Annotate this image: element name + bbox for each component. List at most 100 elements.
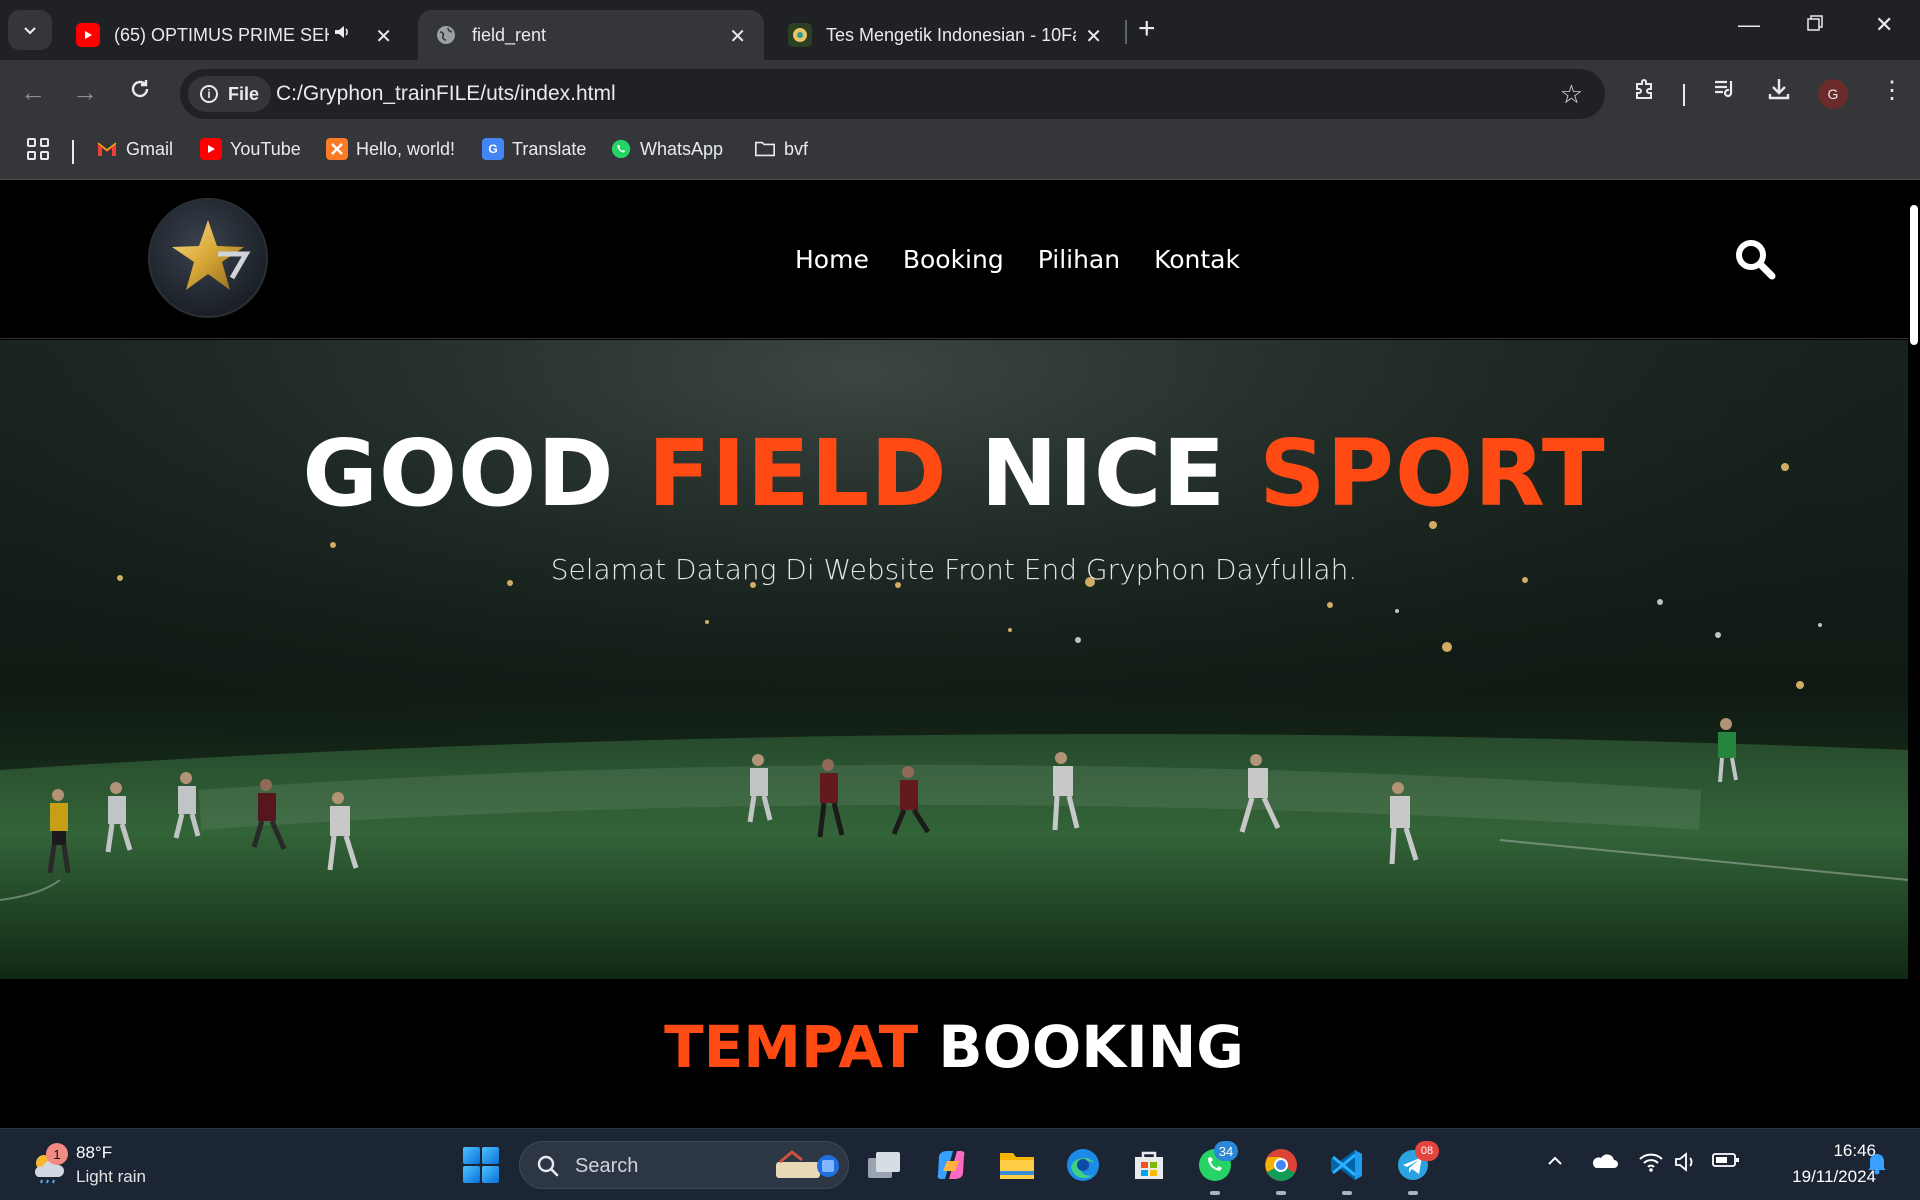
close-tab-icon[interactable]: ✕: [729, 24, 746, 49]
hero-subtitle: Selamat Datang Di Website Front End Gryp…: [550, 553, 1358, 586]
info-icon: i: [200, 85, 218, 103]
taskbar-search-label: Search: [575, 1155, 639, 1177]
tab-field-rent[interactable]: field_rent ✕: [418, 10, 764, 60]
bookmark-hello-world[interactable]: Hello, world!: [326, 138, 455, 160]
star-logo-icon: [172, 220, 251, 290]
weather-alert-badge: 1: [46, 1143, 68, 1165]
taskbar-search-box[interactable]: Search: [519, 1141, 849, 1189]
bookmark-gmail[interactable]: Gmail: [96, 138, 173, 160]
windows-taskbar: 1 88°F Light rain Search 34 08 16:46 19/…: [0, 1128, 1920, 1200]
search-icon[interactable]: [1733, 237, 1777, 281]
whatsapp-badge: 34: [1214, 1141, 1238, 1161]
minimize-icon[interactable]: —: [1738, 12, 1760, 38]
hero-title-word: FIELD: [647, 420, 948, 527]
hero-banner: GOOD FIELD NICE SPORT Selamat Datang Di …: [0, 340, 1908, 979]
typing-test-icon: [788, 23, 812, 47]
search-highlight-icon: [776, 1150, 839, 1178]
gmail-icon: [96, 138, 118, 160]
scrollbar-thumb[interactable]: [1910, 205, 1918, 345]
page-viewport: Home Booking Pilihan Kontak GOOD FIELD N…: [0, 181, 1920, 1128]
nav-pilihan[interactable]: Pilihan: [1038, 245, 1120, 274]
edge-icon[interactable]: [1063, 1145, 1103, 1185]
restore-icon[interactable]: [1806, 12, 1824, 38]
xampp-icon: [326, 138, 348, 160]
section-title-accent: TEMPAT: [664, 1013, 919, 1081]
tab-youtube[interactable]: (65) OPTIMUS PRIME SEHAI ✕: [60, 10, 410, 60]
site-info-chip[interactable]: i File: [188, 76, 272, 112]
weather-temperature[interactable]: 88°F: [76, 1143, 112, 1163]
bookmark-star-icon[interactable]: ☆: [1560, 79, 1583, 110]
globe-icon: [434, 23, 458, 47]
youtube-icon: [76, 23, 100, 47]
windows-start-icon[interactable]: [463, 1147, 499, 1183]
wifi-icon[interactable]: [1638, 1151, 1664, 1179]
bookmarks-separator: [72, 140, 74, 164]
speaker-icon[interactable]: [332, 22, 352, 47]
media-control-icon[interactable]: [1712, 76, 1738, 109]
bookmark-folder-bvf[interactable]: bvf: [754, 138, 808, 160]
volume-icon[interactable]: [1674, 1151, 1698, 1179]
tab-typing-test[interactable]: Tes Mengetik Indonesian - 10Fa ✕: [772, 10, 1120, 60]
folder-icon: [754, 138, 776, 160]
more-menu-icon[interactable]: ⋮: [1880, 76, 1904, 105]
back-arrow-icon[interactable]: ←: [20, 77, 46, 108]
chevron-up-icon[interactable]: [1545, 1151, 1565, 1177]
close-tab-icon[interactable]: ✕: [375, 24, 392, 49]
nav-booking[interactable]: Booking: [903, 245, 1004, 274]
youtube-icon: [200, 138, 222, 160]
copilot-icon[interactable]: [931, 1145, 971, 1185]
site-logo[interactable]: [148, 198, 268, 318]
whatsapp-icon: [610, 138, 632, 160]
close-window-icon[interactable]: ✕: [1875, 12, 1893, 38]
clock-date: 19/11/2024: [1792, 1167, 1876, 1186]
weather-description[interactable]: Light rain: [76, 1167, 146, 1187]
site-header: Home Booking Pilihan Kontak: [0, 181, 1908, 339]
new-tab-button[interactable]: +: [1138, 12, 1156, 46]
nav-kontak[interactable]: Kontak: [1154, 245, 1240, 274]
tab-title: field_rent: [472, 24, 547, 45]
forward-arrow-icon[interactable]: →: [72, 77, 98, 108]
tab-strip: (65) OPTIMUS PRIME SEHAI ✕ field_rent ✕ …: [0, 0, 1920, 60]
close-tab-icon[interactable]: ✕: [1085, 24, 1102, 49]
notification-bell-icon[interactable]: [1866, 1151, 1888, 1181]
bookmark-label: YouTube: [230, 138, 301, 159]
section-title: TEMPAT BOOKING: [0, 1013, 1908, 1081]
apps-grid-icon[interactable]: [27, 138, 49, 160]
url-text[interactable]: C:/Gryphon_trainFILE/uts/index.html: [276, 82, 616, 106]
bookmark-label: Translate: [512, 138, 587, 159]
hero-title-word: GOOD: [302, 420, 615, 527]
section-title-main: BOOKING: [938, 1013, 1244, 1081]
profile-avatar[interactable]: G: [1818, 79, 1848, 109]
extensions-icon[interactable]: [1632, 76, 1658, 109]
address-bar[interactable]: i File C:/Gryphon_trainFILE/uts/index.ht…: [180, 69, 1605, 119]
vscode-icon[interactable]: [1327, 1145, 1367, 1185]
hero-title: GOOD FIELD NICE SPORT: [0, 420, 1908, 527]
nav-home[interactable]: Home: [795, 245, 869, 274]
task-view-icon[interactable]: [864, 1145, 904, 1185]
bookmark-translate[interactable]: G Translate: [482, 138, 586, 160]
clock-time: 16:46: [1833, 1141, 1876, 1160]
reload-icon[interactable]: [128, 77, 152, 108]
file-explorer-icon[interactable]: [997, 1145, 1037, 1185]
download-icon[interactable]: [1766, 76, 1792, 109]
battery-icon[interactable]: [1712, 1151, 1740, 1175]
hero-title-word: SPORT: [1259, 420, 1606, 527]
bookmark-label: bvf: [784, 138, 809, 159]
chrome-icon[interactable]: [1261, 1145, 1301, 1185]
search-icon: [537, 1155, 559, 1177]
bookmark-youtube[interactable]: YouTube: [200, 138, 301, 160]
onedrive-cloud-icon[interactable]: [1590, 1151, 1618, 1177]
chevron-down-icon: [24, 27, 36, 35]
bookmark-whatsapp[interactable]: WhatsApp: [610, 138, 723, 160]
running-indicator: [1342, 1191, 1352, 1195]
microsoft-store-icon[interactable]: [1129, 1145, 1169, 1185]
bookmark-label: Gmail: [126, 138, 174, 159]
tab-separator: [1125, 20, 1127, 44]
system-clock[interactable]: 16:46 19/11/2024: [1760, 1141, 1876, 1187]
running-indicator: [1408, 1191, 1418, 1195]
bookmark-label: Hello, world!: [356, 138, 456, 159]
site-info-label: File: [228, 83, 260, 104]
hero-title-word: NICE: [980, 420, 1227, 527]
translate-icon: G: [482, 138, 504, 160]
tab-search-button[interactable]: [8, 10, 52, 50]
